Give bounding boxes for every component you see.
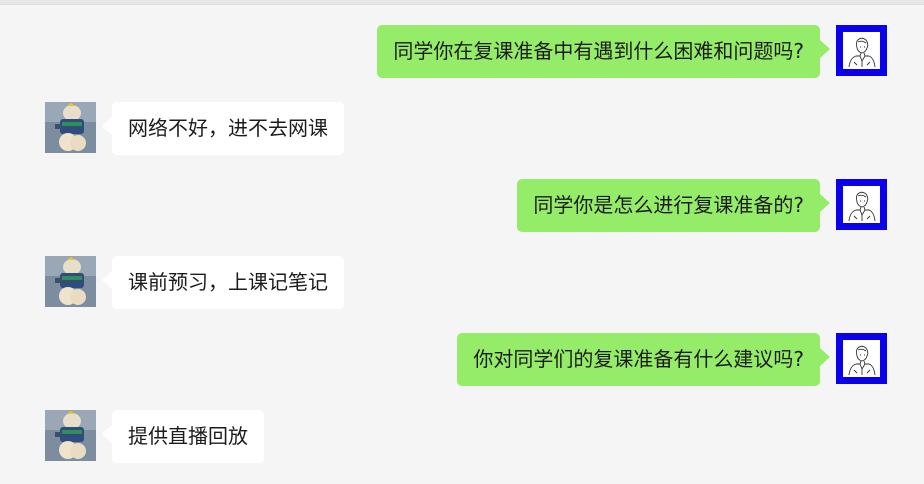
toy-figure-photo-icon [45, 102, 96, 153]
person-sketch-icon [843, 32, 880, 69]
teacher-avatar[interactable] [836, 333, 887, 384]
message-bubble-received[interactable]: 提供直播回放 [102, 410, 264, 463]
person-sketch-icon [843, 186, 880, 223]
message-bubble-received[interactable]: 课前预习，上课记笔记 [102, 256, 344, 309]
message-bubble-received[interactable]: 网络不好，进不去网课 [102, 102, 344, 155]
teacher-avatar[interactable] [836, 179, 887, 230]
chat-message-received: 课前预习，上课记笔记 [0, 256, 924, 310]
message-bubble-sent[interactable]: 同学你在复课准备中有遇到什么困难和问题吗? [377, 25, 830, 78]
chat-message-received: 提供直播回放 [0, 410, 924, 464]
teacher-avatar[interactable] [836, 25, 887, 76]
message-bubble-sent[interactable]: 你对同学们的复课准备有什么建议吗? [457, 333, 830, 386]
top-divider [0, 0, 924, 5]
person-sketch-icon [843, 340, 880, 377]
toy-figure-photo-icon [45, 256, 96, 307]
chat-message-sent: 同学你是怎么进行复课准备的? [0, 179, 924, 233]
message-bubble-sent[interactable]: 同学你是怎么进行复课准备的? [517, 179, 830, 232]
chat-message-sent: 同学你在复课准备中有遇到什么困难和问题吗? [0, 25, 924, 79]
toy-figure-photo-icon [45, 410, 96, 461]
student-avatar[interactable] [45, 410, 96, 461]
chat-message-sent: 你对同学们的复课准备有什么建议吗? [0, 333, 924, 387]
chat-message-received: 网络不好，进不去网课 [0, 102, 924, 156]
student-avatar[interactable] [45, 102, 96, 153]
student-avatar[interactable] [45, 256, 96, 307]
